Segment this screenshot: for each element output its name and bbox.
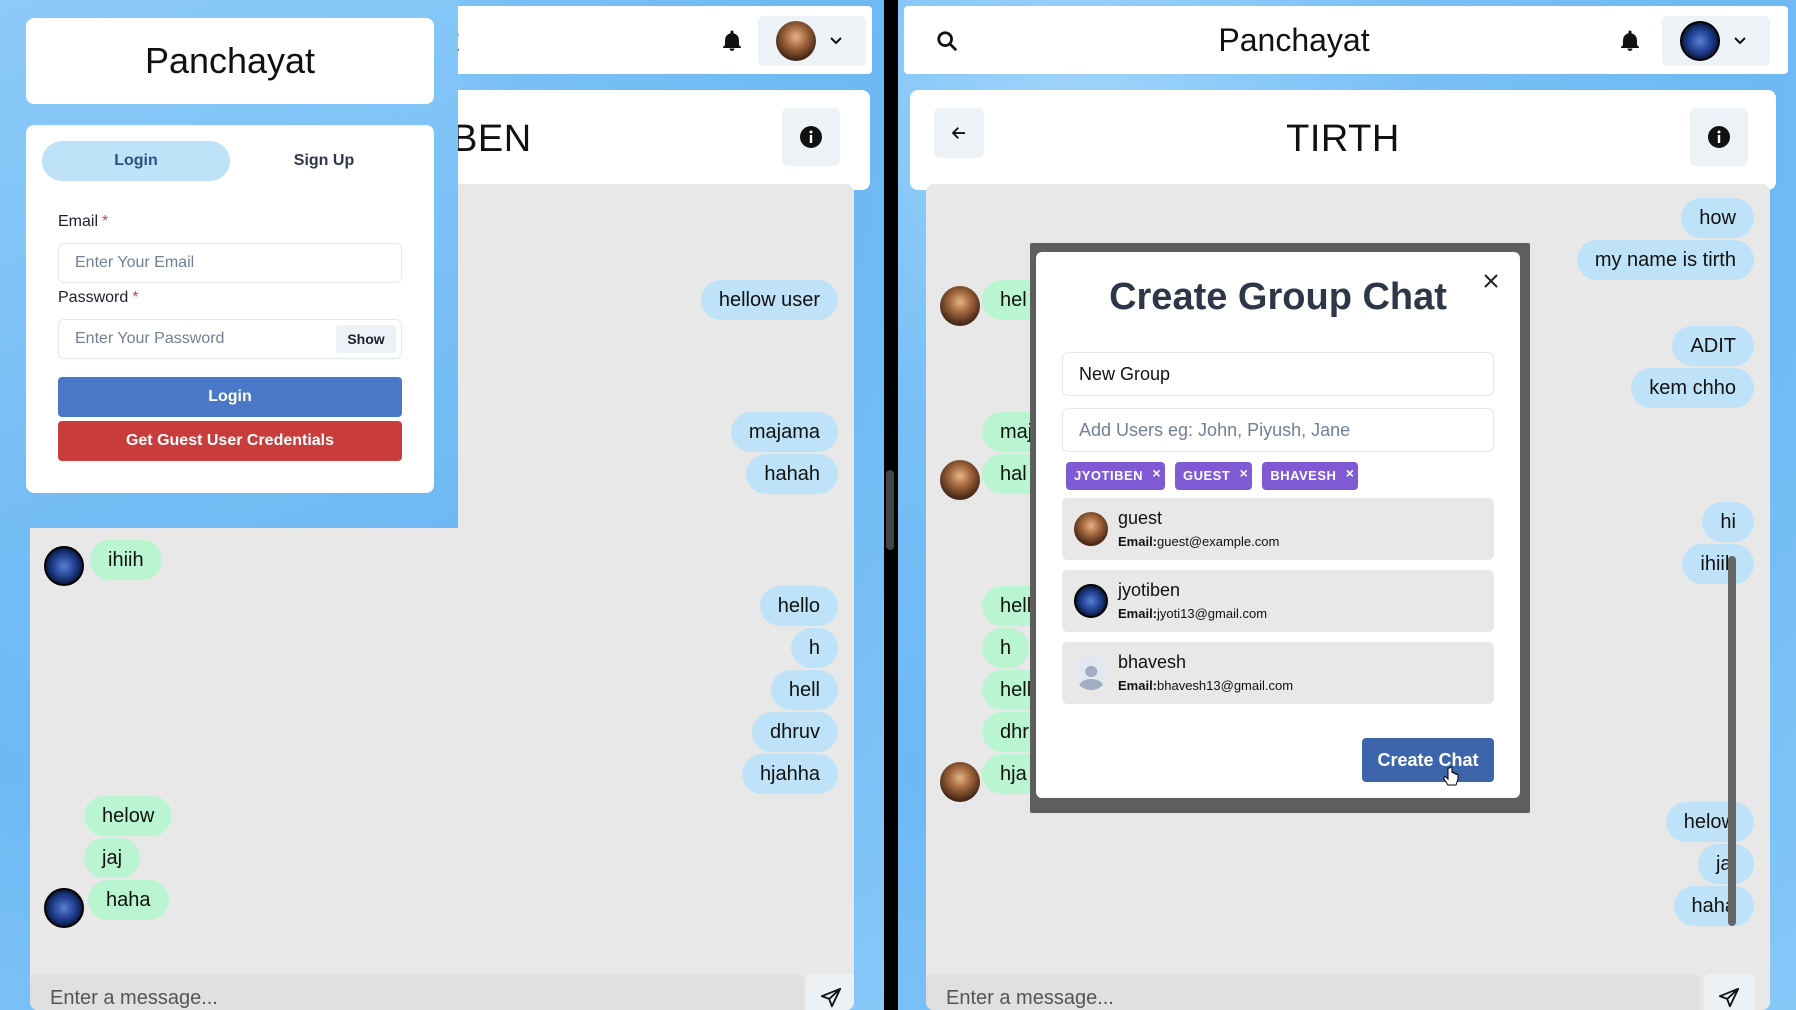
user-tag: JYOTIBEN × — [1066, 459, 1166, 490]
profile-menu-button[interactable] — [758, 16, 866, 66]
user-email: Email:guest@example.com — [1118, 534, 1280, 549]
user-search-result[interactable]: bhavesh Email:bhavesh13@gmail.com — [1062, 642, 1494, 704]
message-bubble: kem chho — [1631, 368, 1754, 408]
chat-title-fragment: BEN — [452, 118, 532, 160]
send-button[interactable] — [1704, 974, 1754, 1010]
sender-avatar — [940, 460, 980, 500]
guest-credentials-button[interactable]: Get Guest User Credentials — [58, 421, 402, 461]
user-email: Email:jyoti13@gmail.com — [1118, 606, 1268, 621]
chevron-down-icon — [830, 37, 842, 45]
screen: t BEN hellow user majama hahah ihiih hel… — [0, 0, 1796, 1010]
avatar — [1074, 656, 1108, 690]
message-bubble: hjahha — [741, 754, 838, 794]
avatar — [776, 21, 816, 61]
split-divider-handle[interactable] — [886, 470, 894, 550]
info-icon — [1708, 126, 1730, 148]
close-button[interactable] — [1476, 266, 1506, 296]
send-button[interactable] — [806, 974, 854, 1010]
avatar — [1074, 584, 1108, 618]
message-bubble: jaj — [84, 838, 141, 878]
avatar — [1074, 512, 1108, 546]
group-name-field[interactable]: New Group — [1062, 352, 1494, 396]
login-window: Panchayat Login Sign Up Email * Enter You… — [0, 0, 458, 528]
create-chat-button[interactable]: Create Chat — [1362, 738, 1494, 782]
chat-title: TIRTH — [1286, 118, 1400, 160]
modal-title: Create Group Chat — [1109, 276, 1447, 318]
remove-tag-icon[interactable]: × — [1346, 459, 1355, 487]
send-icon — [820, 987, 842, 1008]
password-label: Password * — [58, 289, 139, 306]
user-tag: GUEST × — [1175, 459, 1253, 490]
message-bubble: hahah — [746, 454, 838, 494]
sender-avatar — [44, 888, 84, 928]
app-brand: Panchayat — [1218, 21, 1370, 58]
message-bubble: helow — [84, 796, 173, 836]
email-label: Email * — [58, 213, 109, 230]
user-name: bhavesh — [1118, 652, 1187, 672]
hand-cursor-icon — [1443, 766, 1459, 786]
right-header: Panchayat — [904, 6, 1788, 74]
profile-menu-button[interactable] — [1662, 16, 1770, 66]
message-bubble: helow — [1665, 802, 1754, 842]
auth-tabs: Login Sign Up — [42, 141, 418, 181]
message-bubble: ihiih — [90, 540, 162, 580]
message-bubble: ihiih — [1682, 544, 1754, 584]
message-bubble: ADIT — [1672, 326, 1754, 366]
scrollbar[interactable] — [1728, 556, 1736, 926]
sender-avatar — [44, 546, 84, 586]
login-card: Login Sign Up Email * Enter Your Email Pa… — [26, 125, 434, 493]
message-input[interactable]: Enter a message... — [926, 974, 1700, 1010]
tab-login[interactable]: Login — [42, 141, 230, 181]
message-bubble: h — [790, 628, 838, 668]
message-bubble: h — [982, 628, 1030, 668]
message-bubble: majama — [730, 412, 838, 452]
user-search-result[interactable]: jyotiben Email:jyoti13@gmail.com — [1062, 570, 1494, 632]
password-placeholder: Enter Your Password — [75, 330, 225, 347]
info-button[interactable] — [782, 108, 840, 166]
close-icon — [1484, 274, 1498, 288]
user-email: Email:bhavesh13@gmail.com — [1118, 678, 1294, 693]
left-window: t BEN hellow user majama hahah ihiih hel… — [0, 0, 884, 1010]
bell-icon[interactable] — [720, 28, 744, 54]
selected-users: JYOTIBEN × GUEST × BHAVESH × — [1066, 459, 1359, 490]
message-bubble: my name is tirth — [1576, 240, 1754, 280]
password-field[interactable]: Enter Your Password Show — [58, 319, 402, 359]
sender-avatar — [940, 762, 980, 802]
message-bubble: hell — [770, 670, 838, 710]
show-password-button[interactable]: Show — [336, 325, 396, 353]
sender-avatar — [940, 286, 980, 326]
tab-signup[interactable]: Sign Up — [230, 141, 418, 181]
chat-header-card: TIRTH — [910, 90, 1776, 190]
remove-tag-icon[interactable]: × — [1240, 459, 1249, 487]
avatar — [1680, 21, 1720, 61]
create-group-modal: Create Group Chat New Group Add Users eg… — [1036, 252, 1520, 798]
message-bubble: dhruv — [751, 712, 838, 752]
message-bubble: haha — [88, 880, 169, 920]
info-button[interactable] — [1690, 108, 1748, 166]
message-input[interactable]: Enter a message... — [30, 974, 804, 1010]
message-bubble: hellow user — [700, 280, 838, 320]
login-brand: Panchayat — [26, 18, 434, 104]
chevron-down-icon — [1734, 37, 1746, 45]
info-icon — [800, 126, 822, 148]
user-tag: BHAVESH × — [1262, 459, 1359, 490]
message-bubble: hi — [1702, 502, 1754, 542]
message-bubble: jaj — [1697, 844, 1754, 884]
send-icon — [1718, 987, 1740, 1008]
message-bubble: how — [1681, 198, 1754, 238]
email-field[interactable]: Enter Your Email — [58, 243, 402, 283]
login-button[interactable]: Login — [58, 377, 402, 417]
remove-tag-icon[interactable]: × — [1152, 459, 1161, 487]
bell-icon[interactable] — [1618, 28, 1642, 54]
chat-header-card: BEN — [430, 90, 870, 190]
user-search-result[interactable]: guest Email:guest@example.com — [1062, 498, 1494, 560]
message-bubble: haha — [1673, 886, 1754, 926]
message-bubble: hello — [759, 586, 838, 626]
user-name: jyotiben — [1118, 580, 1181, 600]
left-header: t — [430, 6, 872, 74]
add-users-field[interactable]: Add Users eg: John, Piyush, Jane — [1062, 408, 1494, 452]
user-name: guest — [1118, 508, 1163, 528]
